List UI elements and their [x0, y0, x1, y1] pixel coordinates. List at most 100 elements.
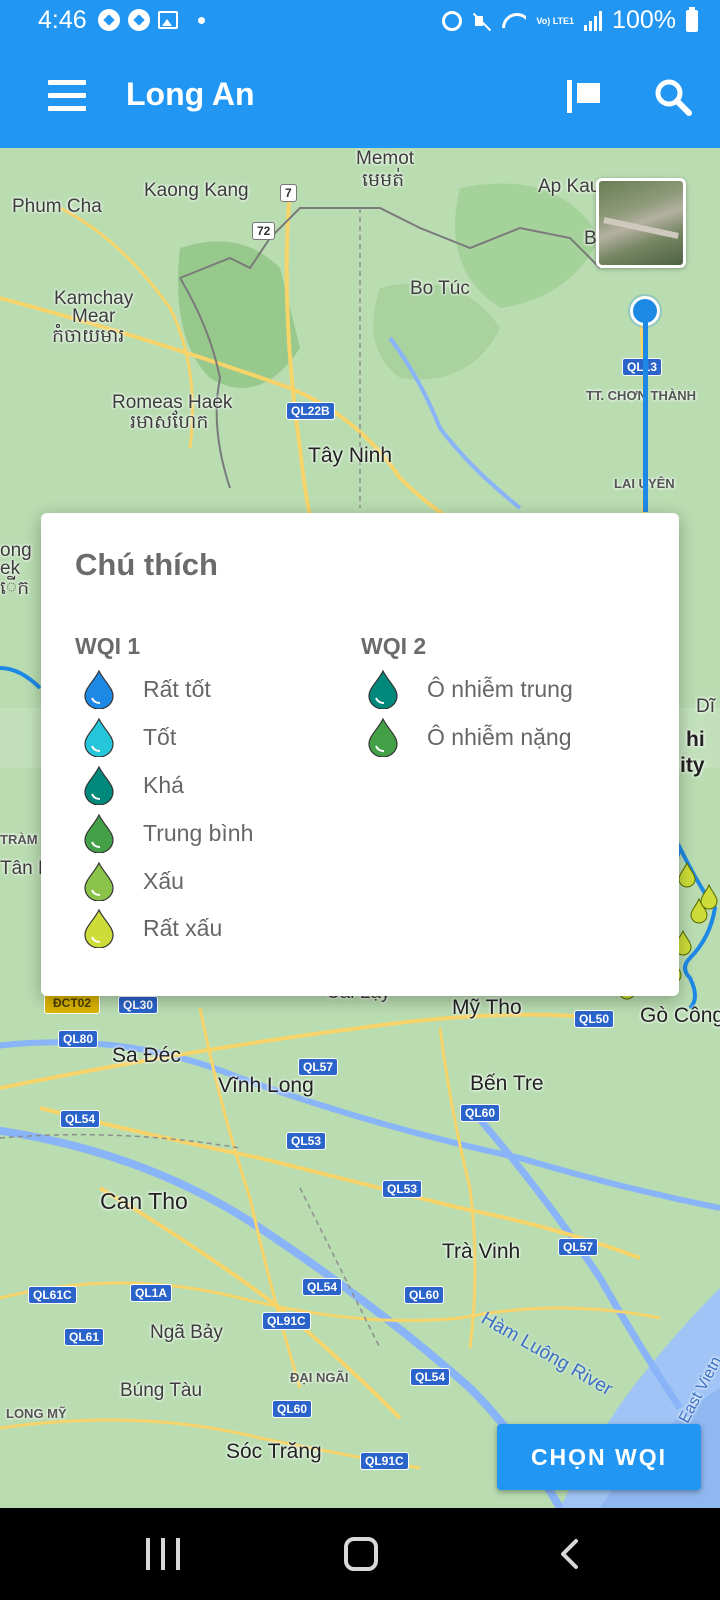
choose-wqi-button[interactable]: CHỌN WQI [497, 1424, 701, 1490]
back-icon[interactable] [556, 1538, 586, 1570]
app-bar: Long An [0, 44, 720, 148]
page-title: Long An [126, 76, 255, 112]
map-place-label: រមាសហែក [130, 412, 209, 433]
flag-icon[interactable] [566, 78, 602, 114]
satellite-layer-toggle[interactable] [596, 178, 686, 268]
map-place-label: B [584, 228, 597, 249]
road-badge: 72 [252, 222, 276, 240]
water-quality-pin[interactable] [700, 884, 718, 910]
legend-wqi2-heading: WQI 2 [361, 633, 427, 659]
legend-item: Trung bình [83, 813, 253, 853]
water-drop-icon [368, 669, 398, 709]
map-place-label: ĐẠI NGÃI [290, 1370, 349, 1385]
water-drop-icon [84, 908, 114, 948]
system-nav-bar [0, 1508, 720, 1600]
map-place-label: Phum Cha [12, 196, 102, 217]
road-badge: QL54 [60, 1110, 101, 1128]
road-badge: QL53 [382, 1180, 423, 1198]
map-place-label: TT. CHƠN THÀNH [586, 388, 697, 403]
road-badge: QL1A [130, 1284, 173, 1302]
road-badge: QL57 [298, 1058, 339, 1076]
water-drop-icon [368, 717, 398, 757]
map-place-label: ើក [0, 578, 30, 599]
map-place-label: Dĩ [696, 696, 715, 717]
legend-label: Xấu [143, 867, 184, 894]
map-place-label: Kaong Kang [144, 180, 249, 201]
water-quality-pin[interactable] [678, 862, 696, 888]
legend-label: Ô nhiễm nặng [427, 723, 572, 750]
map-place-label: Bo Túc [410, 278, 470, 299]
mute-icon [472, 11, 492, 31]
legend-label: Trung bình [143, 819, 254, 846]
legend-label: Rất tốt [143, 675, 211, 702]
map-place-label: ity [680, 754, 705, 777]
road-badge: QL60 [460, 1104, 501, 1122]
legend-label: Rất xấu [143, 914, 223, 941]
road-badge: QL91C [360, 1452, 409, 1470]
search-icon[interactable] [654, 78, 692, 116]
notification-icons [98, 9, 205, 31]
road-badge: QL54 [410, 1368, 451, 1386]
legend-item: Tốt [83, 717, 176, 757]
route-line [643, 312, 648, 512]
image-icon [158, 11, 178, 29]
map-place-label: Ngã Bảy [150, 1322, 223, 1343]
more-notifications-icon [198, 16, 205, 24]
map-place-label: កំចាយមារ [52, 326, 125, 347]
legend-label: Ô nhiễm trung [427, 675, 573, 702]
wifi-icon [502, 11, 526, 31]
road-badge: QL22B [286, 402, 335, 420]
menu-icon[interactable] [48, 80, 86, 112]
map-place-label: Sóc Trăng [226, 1440, 322, 1463]
water-drop-icon [84, 717, 114, 757]
signal-icon [584, 10, 603, 31]
map-place-label: Memot [356, 148, 415, 169]
map-place-label: Gò Công [640, 1004, 720, 1027]
legend-title: Chú thích [75, 547, 218, 582]
road-badge: 7 [280, 184, 297, 202]
road-badge: QL57 [558, 1238, 599, 1256]
water-drop-icon [84, 861, 114, 901]
water-drop-icon [84, 765, 114, 805]
map-place-label: Trà Vinh [442, 1240, 521, 1263]
map-place-label: Mỹ Tho [452, 996, 522, 1019]
volte-lte-icon: Vo) LTE1 [536, 15, 575, 26]
map-place-label: Búng Tàu [120, 1380, 203, 1401]
status-bar: 4:46 Vo) LTE1 100% [0, 0, 720, 44]
legend-item: Ô nhiễm nặng [367, 717, 571, 757]
road-badge: QL30 [118, 996, 159, 1014]
legend-item: Rất tốt [83, 669, 211, 709]
map-place-label: Tây Ninh [308, 444, 393, 467]
map-place-label: Can Tho [100, 1188, 188, 1214]
legend-item: Ô nhiễm trung [367, 669, 573, 709]
system-icons: Vo) LTE1 100% [442, 6, 698, 35]
road-badge: QL80 [58, 1030, 99, 1048]
road-badge: QL61 [64, 1328, 105, 1346]
road-badge: QL13 [622, 358, 663, 376]
map-place-label: Bến Tre [470, 1072, 544, 1095]
water-drop-icon [84, 813, 114, 853]
legend-dialog: Chú thích WQI 1 WQI 2 Rất tốt Tốt Khá Tr… [41, 513, 679, 996]
map-place-label: មេមត់ [362, 170, 405, 191]
road-badge: QL60 [272, 1400, 313, 1418]
map-place-label: TRÀM [0, 832, 38, 847]
map-place-label: Vĩnh Long [218, 1074, 314, 1097]
home-icon[interactable] [344, 1537, 378, 1571]
road-badge: QL50 [574, 1010, 615, 1028]
map-place-label: Sa Đéc [112, 1044, 181, 1067]
legend-wqi1-heading: WQI 1 [75, 633, 141, 659]
legend-item: Xấu [83, 861, 184, 901]
status-time: 4:46 [38, 6, 87, 34]
soccer-ball-icon [128, 9, 150, 31]
road-badge: QL60 [404, 1286, 445, 1304]
water-drop-icon [84, 669, 114, 709]
map-place-label: Ap Kau [538, 176, 601, 197]
legend-item: Khá [83, 765, 184, 805]
road-badge: QL61C [28, 1286, 77, 1304]
road-badge: QL91C [262, 1312, 311, 1330]
legend-label: Khá [143, 771, 184, 798]
legend-item: Rất xấu [83, 908, 222, 948]
recent-apps-icon[interactable] [146, 1538, 180, 1570]
road-badge: QL53 [286, 1132, 327, 1150]
alarm-icon [442, 10, 463, 31]
